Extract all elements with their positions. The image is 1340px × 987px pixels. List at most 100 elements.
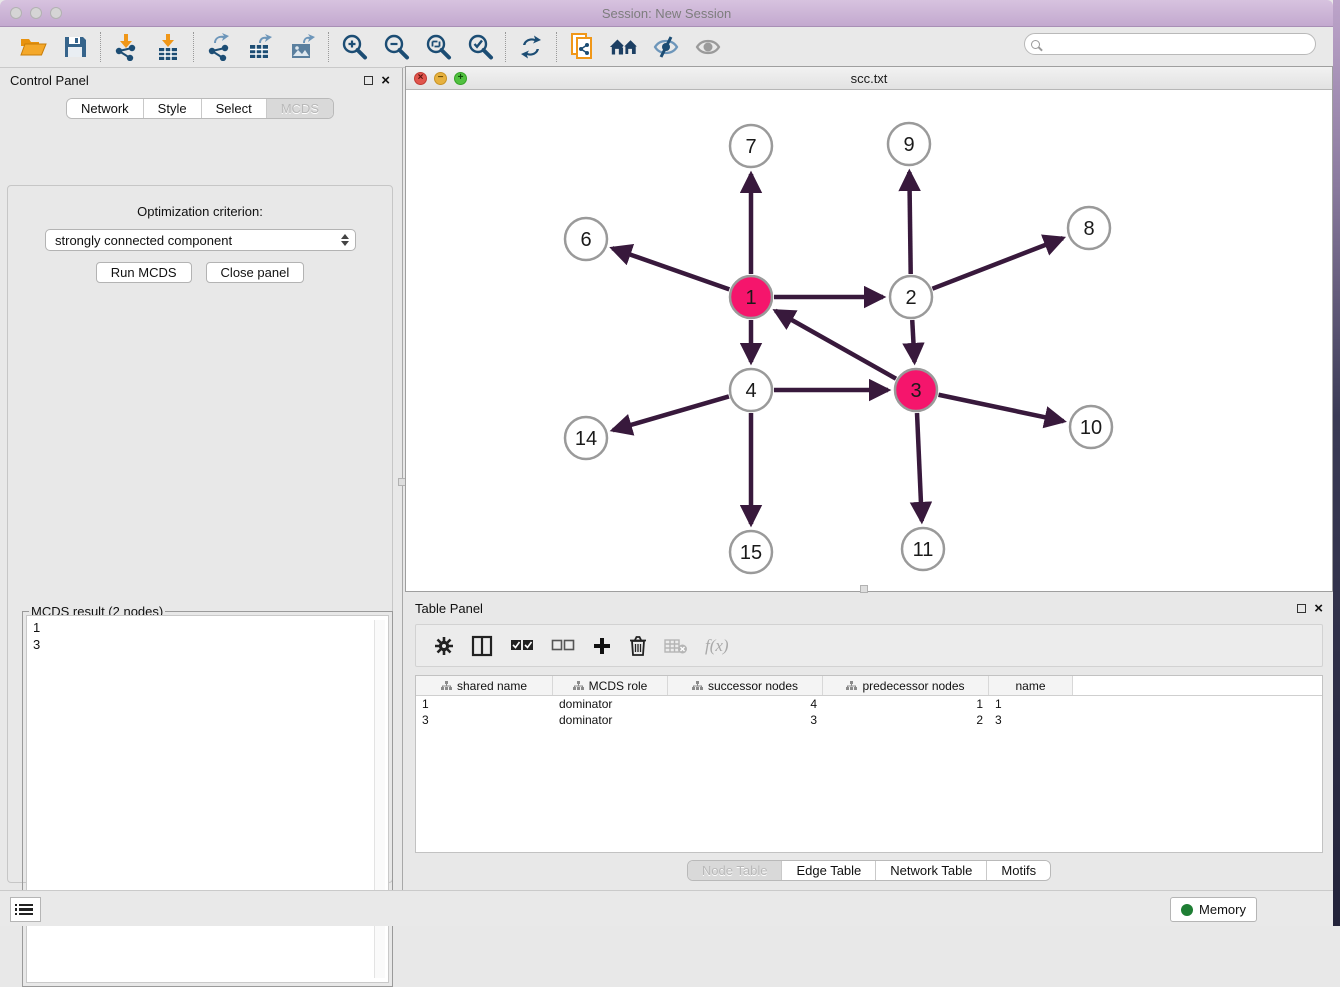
- tab-network[interactable]: Network: [67, 99, 143, 118]
- zoom-selected-icon[interactable]: [465, 32, 495, 62]
- table-cell: 3: [416, 712, 553, 728]
- task-history-button[interactable]: [10, 897, 41, 922]
- result-line: 3: [33, 636, 382, 653]
- export-image-icon[interactable]: [288, 32, 318, 62]
- hierarchy-icon: [692, 681, 703, 691]
- float-table-panel-icon[interactable]: [1297, 604, 1306, 613]
- graph-edge-3-10[interactable]: [939, 395, 1064, 421]
- search-input[interactable]: [1045, 37, 1300, 51]
- table-toolbar: f(x): [415, 624, 1323, 667]
- close-table-panel-icon[interactable]: ×: [1314, 604, 1323, 613]
- table-tabs: Node Table Edge Table Network Table Moti…: [687, 860, 1051, 881]
- canvas-grip[interactable]: [860, 585, 868, 593]
- tab-mcds[interactable]: MCDS: [266, 99, 333, 118]
- table-cell: 1: [823, 696, 989, 712]
- graph-node-label: 10: [1080, 417, 1102, 439]
- mcds-result-text[interactable]: 1 3: [26, 615, 389, 983]
- network-canvas[interactable]: 7968124314101511: [406, 90, 1332, 591]
- table-cell: 3: [668, 712, 823, 728]
- graph-edge-2-3[interactable]: [912, 320, 914, 362]
- column-header-label: MCDS role: [589, 679, 648, 693]
- settings-gear-icon[interactable]: [434, 636, 454, 656]
- clone-network-icon[interactable]: [567, 32, 597, 62]
- table-cell: 3: [989, 712, 1073, 728]
- graph-edge-3-1[interactable]: [775, 311, 896, 379]
- tab-network-table[interactable]: Network Table: [875, 861, 986, 880]
- add-column-icon[interactable]: [592, 636, 612, 656]
- graph-edge-1-6[interactable]: [612, 248, 729, 289]
- zoom-fit-icon[interactable]: [423, 32, 453, 62]
- float-panel-icon[interactable]: [364, 76, 373, 85]
- hierarchy-icon: [441, 681, 452, 691]
- zoom-out-icon[interactable]: [381, 32, 411, 62]
- table-panel: Table Panel ×: [405, 596, 1333, 889]
- graph-node-label: 15: [740, 542, 762, 564]
- table-body: 1dominator4113dominator323: [416, 696, 1322, 728]
- column-header-predecessor-nodes[interactable]: predecessor nodes: [823, 676, 989, 695]
- table-panel-title: Table Panel: [415, 601, 483, 616]
- import-table-icon[interactable]: [153, 32, 183, 62]
- network-graph: 7968124314101511: [406, 90, 1332, 591]
- column-header-shared-name[interactable]: shared name: [416, 676, 553, 695]
- node-table[interactable]: shared name MCDS role successor nodes prede…: [415, 675, 1323, 853]
- column-header-label: predecessor nodes: [862, 679, 964, 693]
- tab-style[interactable]: Style: [143, 99, 201, 118]
- column-header-label: shared name: [457, 679, 527, 693]
- memory-button[interactable]: Memory: [1170, 897, 1257, 922]
- hide-network-icon[interactable]: [651, 32, 681, 62]
- window-title: Session: New Session: [0, 6, 1333, 21]
- tab-node-table[interactable]: Node Table: [688, 861, 782, 880]
- window-titlebar: Session: New Session: [0, 0, 1333, 27]
- graph-node-label: 4: [745, 380, 756, 402]
- export-network-icon[interactable]: [204, 32, 234, 62]
- graph-node-label: 8: [1083, 218, 1094, 240]
- column-header-MCDS-role[interactable]: MCDS role: [553, 676, 668, 695]
- graph-edge-4-14[interactable]: [613, 396, 729, 430]
- close-panel-button[interactable]: Close panel: [206, 262, 305, 283]
- run-mcds-button[interactable]: Run MCDS: [96, 262, 192, 283]
- table-row[interactable]: 1dominator411: [416, 696, 1322, 712]
- tab-select[interactable]: Select: [201, 99, 266, 118]
- graph-node-label: 1: [745, 287, 756, 309]
- table-cell: dominator: [553, 696, 668, 712]
- control-panel-title: Control Panel: [10, 73, 89, 88]
- network-window-titlebar[interactable]: × − + scc.txt: [406, 67, 1332, 90]
- tab-edge-table[interactable]: Edge Table: [781, 861, 875, 880]
- tab-motifs[interactable]: Motifs: [986, 861, 1050, 880]
- delete-column-icon[interactable]: [629, 635, 647, 656]
- import-network-icon[interactable]: [111, 32, 141, 62]
- column-visibility-icon[interactable]: [471, 635, 493, 657]
- graph-node-label: 2: [905, 287, 916, 309]
- column-header-successor-nodes[interactable]: successor nodes: [668, 676, 823, 695]
- graph-edge-2-8[interactable]: [932, 238, 1062, 289]
- table-row[interactable]: 3dominator323: [416, 712, 1322, 728]
- optimization-criterion-select[interactable]: strongly connected component: [45, 229, 356, 251]
- column-header-name[interactable]: name: [989, 676, 1073, 695]
- show-network-icon[interactable]: [693, 32, 723, 62]
- close-panel-icon[interactable]: ×: [381, 76, 390, 85]
- status-bar: Memory: [0, 890, 1333, 926]
- search-field[interactable]: [1024, 33, 1316, 55]
- export-table-icon[interactable]: [246, 32, 276, 62]
- list-icon: [19, 904, 33, 916]
- delete-table-icon[interactable]: [664, 637, 688, 655]
- hierarchy-icon: [846, 681, 857, 691]
- criterion-value: strongly connected component: [55, 233, 232, 248]
- chevron-updown-icon: [339, 230, 355, 250]
- search-icon: [1031, 40, 1040, 49]
- deselect-all-icon[interactable]: [551, 639, 575, 652]
- home-icon[interactable]: [609, 32, 639, 62]
- refresh-icon[interactable]: [516, 32, 546, 62]
- select-all-icon[interactable]: [510, 639, 534, 652]
- desktop-background: [1333, 0, 1340, 926]
- function-builder-icon[interactable]: f(x): [705, 636, 729, 656]
- open-file-icon[interactable]: [18, 32, 48, 62]
- save-session-icon[interactable]: [60, 32, 90, 62]
- graph-edge-2-9[interactable]: [909, 172, 910, 274]
- graph-edge-3-11[interactable]: [917, 413, 922, 521]
- application-window: Session: New Session: [0, 0, 1340, 926]
- graph-node-label: 7: [745, 136, 756, 158]
- column-header-label: successor nodes: [708, 679, 798, 693]
- table-cell: 1: [989, 696, 1073, 712]
- zoom-in-icon[interactable]: [339, 32, 369, 62]
